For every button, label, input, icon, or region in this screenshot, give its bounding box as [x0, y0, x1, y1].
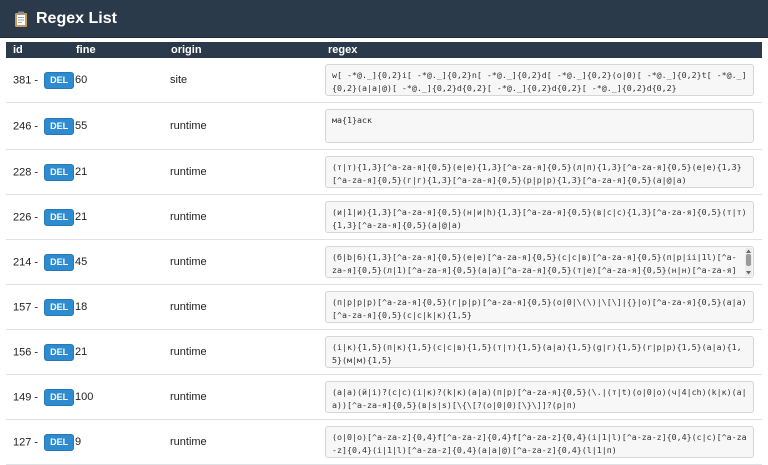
row-id: 228 — [13, 165, 32, 178]
table-row: 156 - DEL 21 runtime (i|к){1,5}(п|к){1,5… — [6, 329, 762, 375]
regex-field[interactable]: w[ -*@._]{0,2}i[ -*@._]{0,2}n[ -*@._]{0,… — [325, 64, 754, 96]
delete-button[interactable]: DEL — [44, 298, 75, 316]
delete-button[interactable]: DEL — [44, 208, 75, 226]
table-row: 226 - DEL 21 runtime (и|1|и){1,3}[^а-zа-… — [6, 194, 762, 240]
row-fine: 9 — [69, 419, 164, 465]
table-row: 157 - DEL 18 runtime (п|р|р|р)[^а-zа-я]{… — [6, 284, 762, 330]
table-row: 214 - DEL 45 runtime (б|b|6){1,3}[^а-zа-… — [6, 239, 762, 285]
row-id: 157 — [13, 300, 32, 313]
row-origin: runtime — [164, 419, 321, 465]
table-row: 246 - DEL 55 runtime ма{1}аск — [6, 102, 762, 150]
table-row: 228 - DEL 21 runtime (т|т){1,3}[^а-zа-я]… — [6, 149, 762, 195]
regex-field[interactable]: (б|b|6){1,3}[^а-zа-я]{0,5}(е|е)[^а-zа-я]… — [325, 246, 754, 278]
regex-field[interactable]: (т|т){1,3}[^а-zа-я]{0,5}(е|е){1,3}[^а-zа… — [325, 156, 754, 188]
delete-button[interactable]: DEL — [44, 433, 75, 451]
row-origin: runtime — [164, 374, 321, 420]
scrollbar[interactable] — [745, 248, 752, 276]
column-header-id: id — [13, 44, 23, 56]
row-fine: 60 — [69, 58, 164, 103]
column-header-regex: regex — [328, 44, 358, 56]
table-row: 149 - DEL 100 runtime (а|а)(й|i)?(с|с)(i… — [6, 374, 762, 420]
row-id: 226 — [13, 210, 32, 223]
table-row: 381 - DEL 60 site w[ -*@._]{0,2}i[ -*@._… — [6, 58, 762, 103]
row-origin: runtime — [164, 102, 321, 150]
delete-button[interactable]: DEL — [44, 117, 75, 135]
row-id: 381 — [13, 73, 32, 86]
row-origin: runtime — [164, 239, 321, 285]
delete-button[interactable]: DEL — [44, 343, 75, 361]
row-fine: 18 — [69, 284, 164, 330]
row-origin: site — [164, 58, 321, 103]
table-header: id fine origin regex — [6, 42, 762, 58]
delete-button[interactable]: DEL — [44, 71, 75, 89]
delete-button[interactable]: DEL — [44, 388, 75, 406]
row-fine: 55 — [69, 102, 164, 150]
row-id: 127 — [13, 435, 32, 448]
regex-text: (б|b|6){1,3}[^а-zа-я]{0,5}(е|е)[^а-zа-я]… — [332, 252, 737, 275]
row-origin: runtime — [164, 149, 321, 195]
column-header-fine: fine — [76, 44, 96, 56]
delete-button[interactable]: DEL — [44, 163, 75, 181]
row-origin: runtime — [164, 284, 321, 330]
regex-field[interactable]: (о|0|о)[^а-zа-z]{0,4}f[^а-zа-z]{0,4}f[^а… — [325, 426, 754, 458]
clipboard-icon — [15, 11, 27, 27]
row-fine: 100 — [69, 374, 164, 420]
row-fine: 21 — [69, 149, 164, 195]
scrollbar-thumb[interactable] — [746, 254, 751, 266]
row-id: 156 — [13, 345, 32, 358]
page-title: Regex List — [36, 9, 117, 27]
column-header-origin: origin — [171, 44, 202, 56]
row-fine: 21 — [69, 329, 164, 375]
regex-field[interactable]: ма{1}аск — [325, 109, 754, 143]
row-origin: runtime — [164, 329, 321, 375]
row-fine: 45 — [69, 239, 164, 285]
delete-button[interactable]: DEL — [44, 253, 75, 271]
regex-field[interactable]: (i|к){1,5}(п|к){1,5}(с|с|в){1,5}(т|т){1,… — [325, 336, 754, 368]
regex-field[interactable]: (и|1|и){1,3}[^а-zа-я]{0,5}(н|и|h){1,3}[^… — [325, 201, 754, 233]
row-origin: runtime — [164, 194, 321, 240]
table-row: 127 - DEL 9 runtime (о|0|о)[^а-zа-z]{0,4… — [6, 419, 762, 465]
regex-table: id fine origin regex 381 - DEL 60 site w… — [6, 42, 762, 465]
row-id: 246 — [13, 119, 32, 132]
top-bar: Regex List — [0, 0, 768, 38]
scroll-down-icon[interactable] — [745, 270, 752, 276]
row-id: 149 — [13, 390, 32, 403]
regex-field[interactable]: (а|а)(й|i)?(с|с)(i|к)?(k|к)(а|а)(п|р)[^а… — [325, 381, 754, 413]
regex-field[interactable]: (п|р|р|р)[^а-zа-я]{0,5}(г|р|р)[^а-zа-я]{… — [325, 291, 754, 323]
row-id: 214 — [13, 255, 32, 268]
row-fine: 21 — [69, 194, 164, 240]
